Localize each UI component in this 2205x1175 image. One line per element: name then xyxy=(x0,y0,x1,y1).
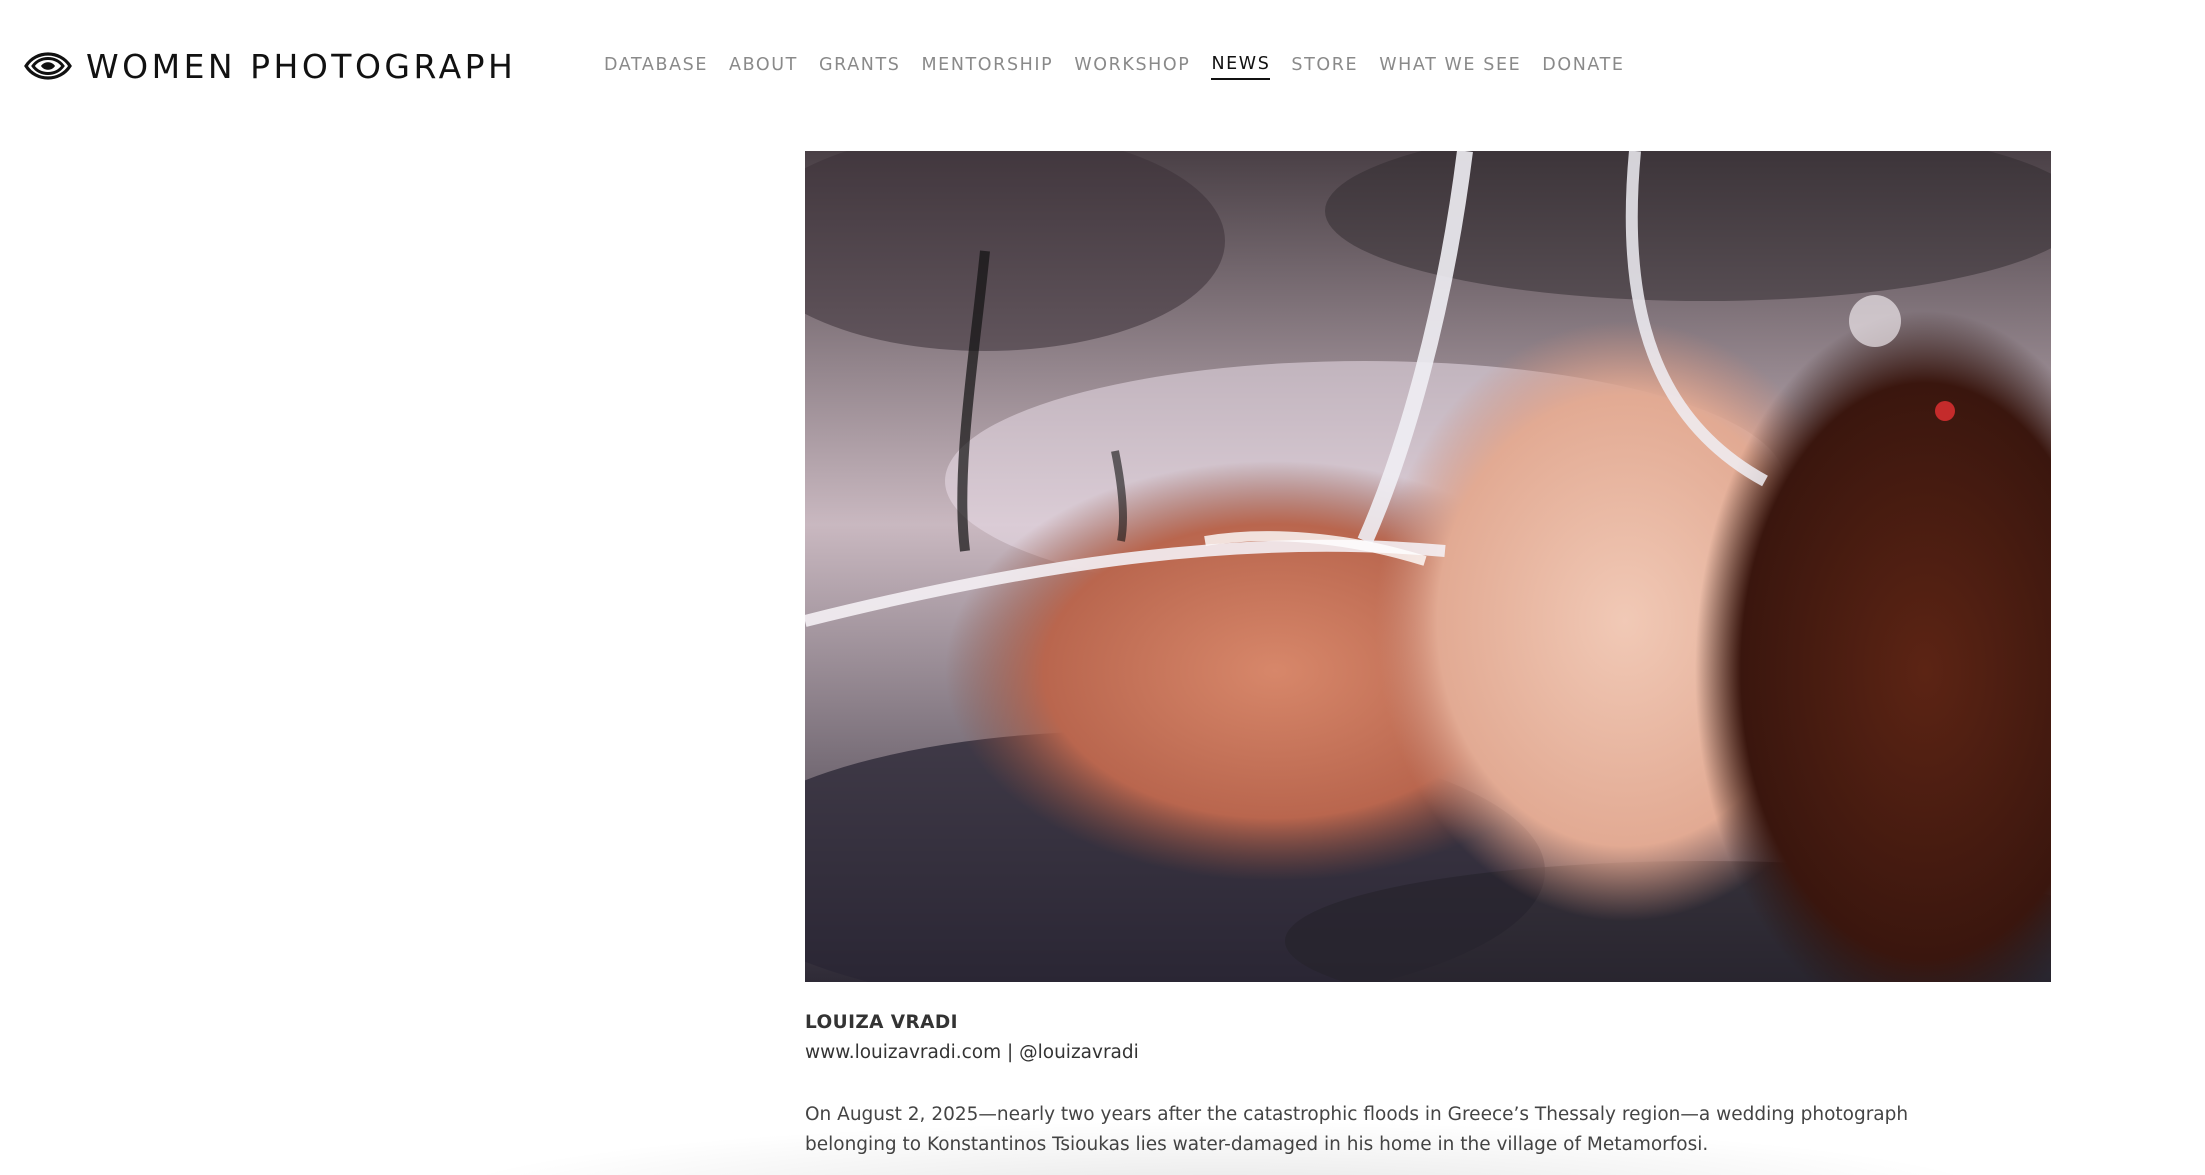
nav-item-what-we-see[interactable]: WHAT WE SEE xyxy=(1379,55,1521,79)
photographer-links: www.louizavradi.com | @louizavradi xyxy=(805,1042,1139,1063)
logo-text: WOMEN PHOTOGRAPH xyxy=(86,46,517,86)
article-photo xyxy=(805,151,2051,982)
site-logo[interactable]: WOMEN PHOTOGRAPH xyxy=(24,44,516,88)
nav-item-mentorship[interactable]: MENTORSHIP xyxy=(921,55,1053,79)
eye-icon xyxy=(24,46,72,86)
nav-item-workshop[interactable]: WORKSHOP xyxy=(1074,55,1190,79)
article-body: On August 2, 2025—nearly two years after… xyxy=(805,1104,1909,1155)
link-separator: | xyxy=(1001,1042,1020,1063)
nav-item-database[interactable]: DATABASE xyxy=(604,55,708,79)
main-nav: DATABASE ABOUT GRANTS MENTORSHIP WORKSHO… xyxy=(604,54,1646,80)
photographer-name: LOUIZA VRADI xyxy=(805,1012,958,1033)
page: WOMEN PHOTOGRAPH DATABASE ABOUT GRANTS M… xyxy=(0,0,2205,1175)
nav-item-about[interactable]: ABOUT xyxy=(729,55,798,79)
nav-item-donate[interactable]: DONATE xyxy=(1542,55,1624,79)
site-header: WOMEN PHOTOGRAPH DATABASE ABOUT GRANTS M… xyxy=(0,0,2205,130)
photographer-website-link[interactable]: www.louizavradi.com xyxy=(805,1042,1001,1063)
nav-item-store[interactable]: STORE xyxy=(1291,55,1358,79)
nav-item-news[interactable]: NEWS xyxy=(1211,54,1271,80)
nav-item-grants[interactable]: GRANTS xyxy=(819,55,900,79)
photographer-instagram-link[interactable]: @louizavradi xyxy=(1019,1042,1139,1063)
